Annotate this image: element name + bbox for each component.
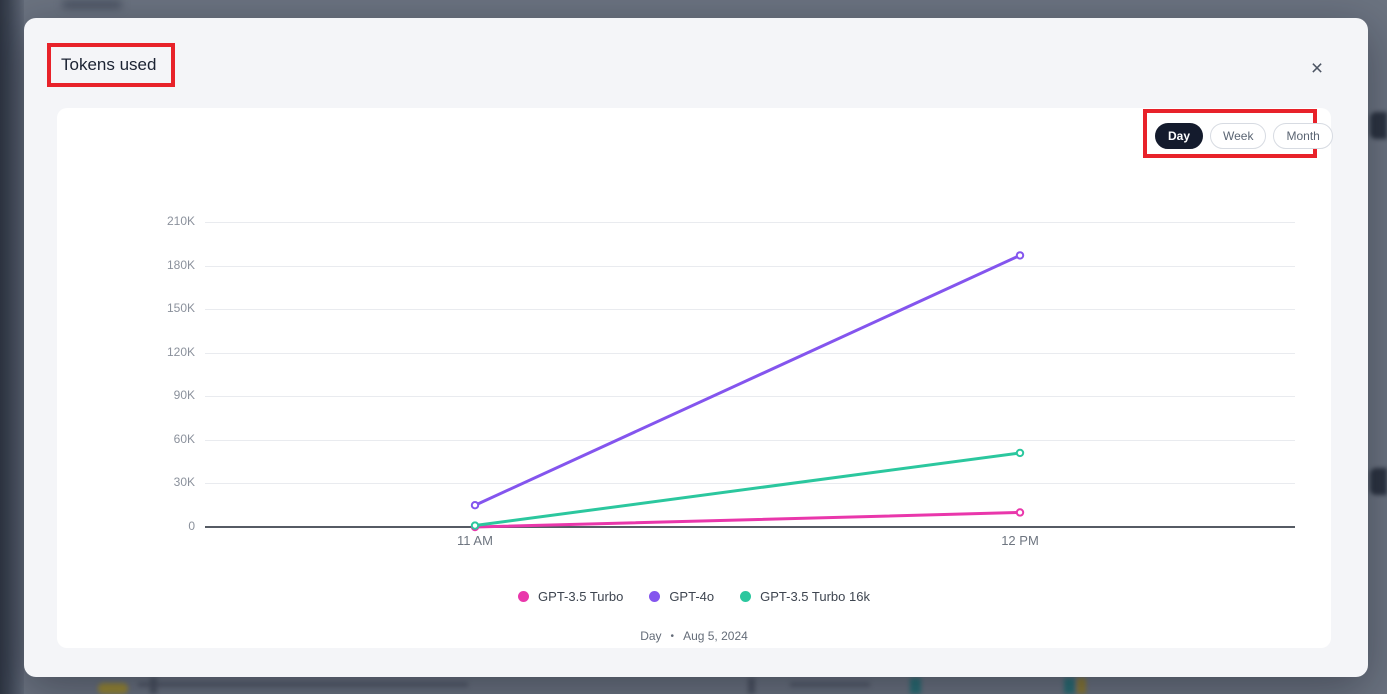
- legend-dot-icon: [518, 591, 530, 602]
- caption-separator: •: [670, 630, 675, 642]
- background-blur-element: [62, 0, 122, 9]
- background-side-widget: [1370, 468, 1387, 495]
- y-tick-label: 180K: [166, 257, 195, 272]
- range-toggle-group: Day Week Month: [1155, 123, 1333, 149]
- chart-caption: Day • Aug 5, 2024: [57, 629, 1331, 643]
- legend-item-gpt-4o[interactable]: GPT-4o: [649, 589, 714, 604]
- x-tick-label: 12 PM: [1001, 533, 1039, 548]
- gridline: [205, 222, 1295, 223]
- series-line: [473, 253, 1022, 507]
- range-toggle-month[interactable]: Month: [1273, 123, 1333, 149]
- page-left-edge: [0, 0, 24, 694]
- gridline: [205, 352, 1295, 354]
- close-icon[interactable]: ×: [1304, 56, 1330, 82]
- background-blur-element: [150, 678, 157, 694]
- data-point: [1015, 508, 1025, 517]
- chart-card: Day Week Month 0 30K 60K 90K 120K 150K 180K 210K 1…: [57, 108, 1333, 648]
- y-tick-label: 150K: [166, 301, 195, 316]
- legend-item-gpt-3-5-turbo[interactable]: GPT-3.5 Turbo: [518, 589, 623, 604]
- data-point: [470, 522, 480, 532]
- gridline: [205, 439, 1295, 441]
- legend-item-gpt-3-5-turbo-16k[interactable]: GPT-3.5 Turbo 16k: [740, 589, 870, 604]
- y-tick-label: 60K: [173, 431, 195, 446]
- legend-label: GPT-4o: [669, 589, 715, 604]
- background-blur-element: [138, 682, 468, 687]
- background-side-widget: [1370, 112, 1387, 139]
- y-tick-label: 0: [188, 519, 195, 533]
- background-blur-element: [910, 678, 921, 694]
- data-point: [470, 501, 480, 510]
- title-highlight-box: Tokens used: [47, 43, 175, 87]
- gridline: [205, 265, 1295, 267]
- x-tick-label: 11 AM: [457, 533, 493, 548]
- y-tick-label: 210K: [166, 214, 195, 228]
- legend-dot-icon: [740, 591, 752, 602]
- chart-legend: GPT-3.5 Turbo GPT-4o GPT-3.5 Turbo 16k: [57, 589, 1331, 604]
- y-tick-label: 90K: [173, 388, 195, 403]
- background-blur-element: [790, 682, 870, 687]
- range-toggle-day[interactable]: Day: [1155, 123, 1204, 149]
- line-chart: 0 30K 60K 90K 120K 150K 180K 210K 11 AM 12 PM: [57, 108, 1331, 648]
- gridline: [205, 483, 1295, 485]
- caption-period: Day: [640, 629, 662, 643]
- y-tick-label: 120K: [166, 344, 195, 359]
- background-blur-element: [1077, 678, 1086, 694]
- range-toggle-week[interactable]: Week: [1210, 123, 1267, 149]
- y-tick-label: 30K: [173, 475, 195, 490]
- legend-label: GPT-3.5 Turbo 16k: [760, 589, 870, 604]
- background-blur-element: [1064, 678, 1075, 694]
- data-point: [470, 521, 480, 530]
- caption-date: Aug 5, 2024: [683, 629, 748, 643]
- tokens-used-modal: Tokens used × Day Week Month 0 30K 60K 90K 120…: [24, 18, 1368, 677]
- background-blur-element: [98, 683, 128, 694]
- gridline: [205, 309, 1295, 311]
- x-axis-line: [205, 526, 1295, 528]
- series-line: [473, 451, 1022, 528]
- chart-series-layer: [470, 251, 1025, 532]
- legend-dot-icon: [649, 591, 661, 602]
- series-line: [473, 510, 1022, 529]
- gridline: [205, 396, 1295, 398]
- data-point: [1015, 251, 1025, 260]
- page-title: Tokens used: [61, 55, 157, 74]
- legend-label: GPT-3.5 Turbo: [538, 589, 624, 604]
- data-point: [1015, 448, 1025, 458]
- background-blur-element: [748, 678, 755, 694]
